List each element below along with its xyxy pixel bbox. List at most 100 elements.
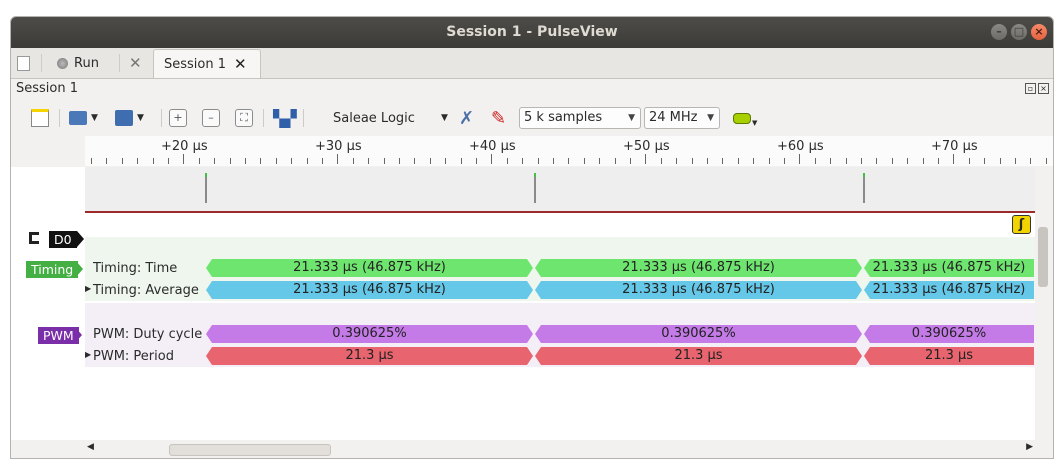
pwm-period-label: PWM: Period [93,349,174,364]
ruler-minor-tick [230,158,231,164]
decoder-button[interactable]: ▼ [733,107,757,129]
timing-average-annotation[interactable]: 21.333 µs (46.875 kHz) [535,281,862,299]
pwm-duty-annotation[interactable]: 0.390625% [206,325,533,343]
trigger-type-icon [29,232,39,244]
ruler-minor-tick [399,158,400,164]
ruler-minor-tick [692,158,693,164]
settings-button[interactable]: ✕ [129,51,142,75]
timing-average-annotation[interactable]: 21.333 µs (46.875 kHz) [864,281,1034,299]
time-ruler[interactable]: +20 µs +30 µs +40 µs +50 µs +60 µs +70 µs [85,136,1053,166]
horizontal-scrollbar[interactable]: ◀ ▶ [85,440,1035,458]
tools-icon: ✕ [129,54,142,72]
run-status-icon [57,57,68,69]
close-icon[interactable]: × [1031,24,1047,40]
hscroll-thumb[interactable] [169,444,331,456]
device-selector[interactable]: Saleae Logic [333,107,415,129]
probe-config-button[interactable]: ✎ [491,107,506,129]
new-view-button[interactable] [31,107,49,129]
open-button[interactable]: ▼ [69,107,98,129]
ruler-minor-tick [291,158,292,164]
ruler-minor-tick [168,158,169,164]
trace-view[interactable]: D0 ʃ Timing PWM Timing: Time ▶ Timing: A… [11,167,1035,440]
d0-row-bg [85,167,1035,211]
session-header: Session 1 [16,81,79,96]
rate-value: 24 MHz [649,110,698,125]
ruler-minor-tick [661,158,662,164]
ruler-minor-tick [414,158,415,164]
scroll-left-icon[interactable]: ◀ [87,442,94,452]
pwm-period-annotation[interactable]: 21.3 µs [535,347,862,365]
ruler-major-tick [645,154,646,164]
maximize-icon[interactable]: □ [1011,24,1027,40]
float-icon[interactable]: ▫ [1025,83,1036,94]
ruler-minor-tick [91,158,92,164]
device-config-button[interactable]: ✗ [459,107,474,129]
run-button[interactable]: Run [57,51,99,75]
ruler-minor-tick [507,158,508,164]
probe-icon: ✎ [491,107,507,129]
rate-combo[interactable]: 24 MHz ▼ [644,107,720,129]
d0-label: D0 [49,231,77,248]
d0-trigger-icon[interactable]: ʃ [1012,215,1031,234]
d0-edge-marker [534,173,536,203]
ruler-minor-tick [430,158,431,164]
device-dropdown-button[interactable]: ▼ [441,107,448,129]
vscroll-thumb[interactable] [1038,227,1048,287]
zoom-in-icon: + [169,109,187,127]
save-icon [115,110,133,126]
ruler-label: +50 µs [623,139,670,154]
d0-edge-marker [205,173,207,203]
device-name: Saleae Logic [333,110,415,126]
timing-average-annotation[interactable]: 21.333 µs (46.875 kHz) [206,281,533,299]
minimize-icon[interactable]: – [991,24,1007,40]
pwm-duty-annotation[interactable]: 0.390625% [535,325,862,343]
timing-average-label: Timing: Average [93,283,199,298]
ruler-minor-tick [876,158,877,164]
ruler-minor-tick [522,158,523,164]
pwm-period-annotation[interactable]: 21.3 µs [206,347,533,365]
ruler-minor-tick [1015,158,1016,164]
new-session-button[interactable] [17,51,30,75]
timing-badge: Timing [26,261,79,278]
timing-time-label: Timing: Time [93,261,178,276]
save-button[interactable]: ▼ [115,107,144,129]
ruler-minor-tick [153,158,154,164]
ruler-minor-tick [907,158,908,164]
pwm-duty-annotation[interactable]: 0.390625% [864,325,1034,343]
pwm-period-annotation[interactable]: 21.3 µs [864,347,1034,365]
pwm-badge: PWM [38,327,79,344]
samples-combo[interactable]: 5 k samples ▼ [519,107,641,129]
d0-edge-tick [863,173,865,177]
timing-average-expander[interactable]: ▶ [85,284,91,293]
ruler-minor-tick [1000,158,1001,164]
ruler-minor-tick [846,158,847,164]
zoom-out-button[interactable]: – [202,107,220,129]
ruler-minor-tick [938,158,939,164]
new-view-icon [31,109,49,127]
ruler-minor-tick [707,158,708,164]
cursors-icon: ▚▞ [273,108,297,128]
d0-edge-tick [205,173,207,177]
tab-session-1[interactable]: Session 1 ✕ [153,49,261,78]
ruler-minor-tick [861,158,862,164]
ruler-minor-tick [276,158,277,164]
timing-time-annotation[interactable]: 21.333 µs (46.875 kHz) [864,259,1034,277]
timing-time-annotation[interactable]: 21.333 µs (46.875 kHz) [535,259,862,277]
ruler-minor-tick [122,158,123,164]
dock-close-icon[interactable]: × [1038,83,1049,94]
timing-time-annotation[interactable]: 21.333 µs (46.875 kHz) [206,259,533,277]
zoom-fit-button[interactable]: ⛶ [235,107,253,129]
ruler-major-tick [491,154,492,164]
ruler-minor-tick [353,158,354,164]
tab-close-icon[interactable]: ✕ [234,55,247,73]
zoom-fit-icon: ⛶ [235,109,253,127]
pwm-period-expander[interactable]: ▶ [85,350,91,359]
scroll-right-icon[interactable]: ▶ [1026,442,1033,452]
zoom-in-button[interactable]: + [169,107,187,129]
ruler-minor-tick [384,158,385,164]
ruler-minor-tick [830,158,831,164]
vertical-scrollbar[interactable] [1035,167,1053,458]
cursor-button[interactable]: ▚▞ [273,107,297,129]
ruler-minor-tick [368,158,369,164]
main-tabbar: Run ✕ Session 1 ✕ [11,48,1053,79]
